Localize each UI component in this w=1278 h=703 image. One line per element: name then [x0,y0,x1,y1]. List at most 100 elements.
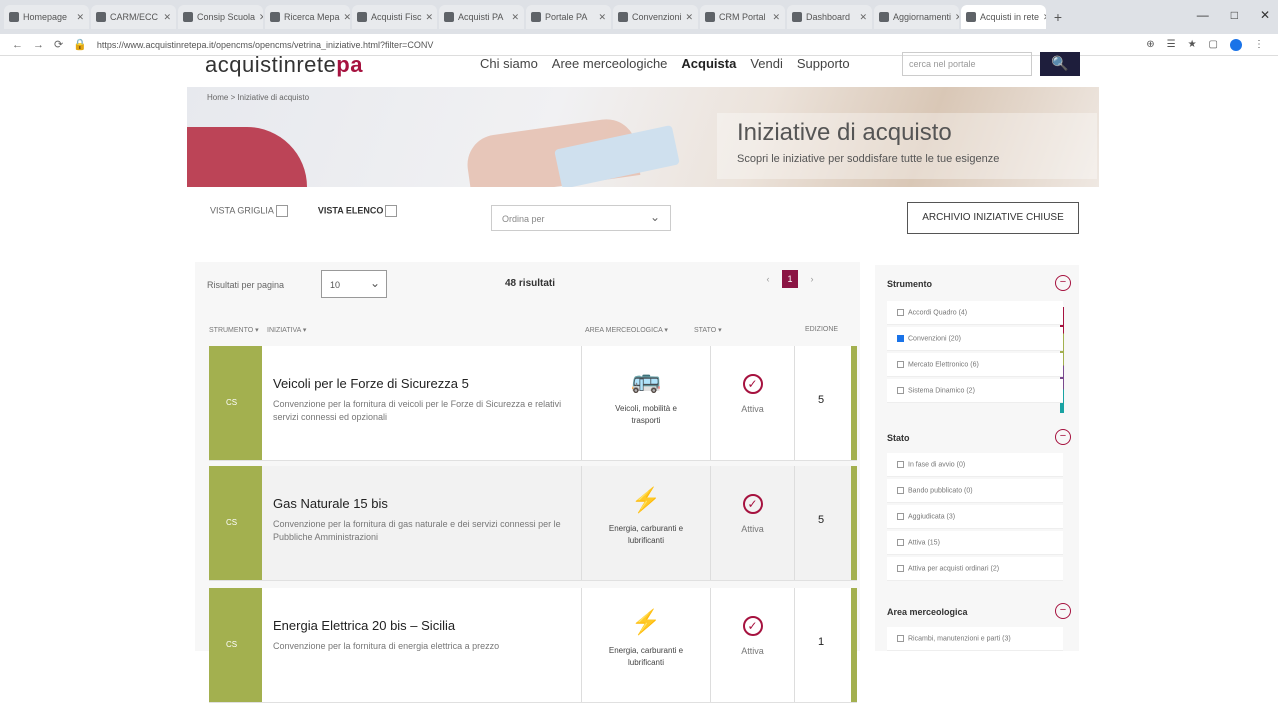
tab-favicon-icon [705,12,715,22]
filter-option[interactable]: Accordi Quadro (4) [887,301,1063,325]
next-page-button[interactable]: › [804,270,820,288]
star-icon[interactable]: ★ [1188,39,1197,51]
nav-acquista[interactable]: Acquista [681,56,736,71]
prev-page-button[interactable]: ‹ [760,270,776,288]
page-title: Iniziative di acquisto [737,119,952,146]
browser-tab[interactable]: Ricerca Mepa ✕ [265,5,350,29]
column-header-iniziativa[interactable]: INIZIATIVA ▾ [267,326,306,334]
page-button-current[interactable]: 1 [782,270,798,288]
search-button[interactable]: 🔍 [1040,52,1080,76]
filter-option[interactable]: Attiva per acquisti ordinari (2) [887,557,1063,581]
check-circle-icon: ✓ [742,616,763,636]
table-row[interactable]: CS Veicoli per le Forze di Sicurezza 5 C… [209,346,857,461]
extension-icon[interactable]: ▢ [1209,39,1218,51]
filter-option[interactable]: In fase di avvio (0) [887,453,1063,477]
row-title[interactable]: Gas Naturale 15 bis [273,496,388,511]
close-window-button[interactable]: ✕ [1260,8,1270,22]
reload-icon[interactable]: ⟳ [54,38,63,51]
tab-title: Aggiornamenti [893,12,952,22]
close-icon[interactable]: ✕ [859,12,867,23]
site-logo[interactable]: acquistinretepa [205,52,363,78]
browser-tab-active[interactable]: Acquisti in rete✕ [961,5,1046,29]
search-input[interactable]: cerca nel portale [902,52,1032,76]
forward-arrow-icon[interactable]: → [33,39,44,51]
checkbox-checked[interactable] [897,335,904,342]
checkbox[interactable] [897,387,904,394]
browser-tab[interactable]: CRM Portal ✕ [700,5,785,29]
checkbox[interactable] [897,513,904,520]
checkbox[interactable] [897,539,904,546]
menu-icon[interactable]: ⋮ [1254,39,1264,51]
nav-aree-merceologiche[interactable]: Aree merceologiche [552,56,668,71]
sort-select[interactable]: Ordina per ⌄ [491,205,671,231]
browser-tab[interactable]: Convenzioni ✕ [613,5,698,29]
close-icon[interactable]: ✕ [344,12,350,23]
close-icon[interactable]: ✕ [772,12,780,23]
filter-option[interactable]: Aggiudicata (3) [887,505,1063,529]
per-page-select[interactable]: 10 ⌄ [321,270,387,298]
maximize-button[interactable]: □ [1231,8,1238,22]
close-icon[interactable]: ✕ [955,12,959,23]
per-page-label: Risultati per pagina [207,280,285,290]
close-icon[interactable]: ✕ [76,12,84,23]
filter-option[interactable]: Sistema Dinamico (2) [887,379,1063,403]
checkbox[interactable] [897,461,904,468]
minimize-button[interactable]: — [1197,8,1209,22]
filter-option[interactable]: Bando pubblicato (0) [887,479,1063,503]
browser-tab[interactable]: Acquisti PA ✕ [439,5,524,29]
row-title[interactable]: Energia Elettrica 20 bis – Sicilia [273,618,455,633]
close-icon[interactable]: ✕ [163,12,171,23]
checkbox[interactable] [897,487,904,494]
lock-icon[interactable]: 🔒 [73,38,87,51]
new-tab-button[interactable]: + [1048,9,1068,25]
column-headers: STRUMENTO ▾ INIZIATIVA ▾ AREA MERCEOLOGI… [209,326,849,340]
checkbox[interactable] [897,309,904,316]
archive-button[interactable]: ARCHIVIO INIZIATIVE CHIUSE [907,202,1079,234]
collapse-toggle-icon[interactable]: − [1055,429,1071,445]
row-color-bar [851,346,857,460]
collapse-toggle-icon[interactable]: − [1055,603,1071,619]
filter-option[interactable]: Mercato Elettronico (6) [887,353,1063,377]
nav-vendi[interactable]: Vendi [750,56,783,71]
breadcrumb[interactable]: Home > Iniziative di acquisto [207,93,309,102]
close-icon[interactable]: ✕ [259,12,263,23]
filter-option[interactable]: Convenzioni (20) [887,327,1063,351]
browser-tab[interactable]: Dashboard ✕ [787,5,872,29]
close-icon[interactable]: ✕ [686,12,694,23]
profile-avatar[interactable] [1230,38,1242,51]
url-field[interactable]: https://www.acquistinretepa.it/opencms/o… [97,40,1136,50]
table-row[interactable]: CS Gas Naturale 15 bis Convenzione per l… [209,466,857,581]
close-icon[interactable]: ✕ [426,12,434,23]
row-title[interactable]: Veicoli per le Forze di Sicurezza 5 [273,376,469,391]
nav-supporto[interactable]: Supporto [797,56,850,71]
collapse-toggle-icon[interactable]: − [1055,275,1071,291]
window-controls: — □ ✕ [1197,8,1270,22]
close-icon[interactable]: ✕ [511,12,519,23]
back-arrow-icon[interactable]: ← [12,39,23,51]
checkbox[interactable] [897,565,904,572]
tab-favicon-icon [531,12,541,22]
column-header-area[interactable]: AREA MERCEOLOGICA ▾ [585,326,668,334]
browser-tab[interactable]: Acquisti Fisc ✕ [352,5,437,29]
filter-option[interactable]: Ricambi, manutenzioni e parti (3) [887,627,1063,651]
extension-icon[interactable]: ⊕ [1146,39,1154,51]
browser-tab[interactable]: Portale PA ✕ [526,5,611,29]
filter-option[interactable]: Attiva (15) [887,531,1063,555]
column-header-stato[interactable]: STATO ▾ [694,326,722,334]
close-icon[interactable]: ✕ [598,12,606,23]
browser-tab[interactable]: Homepage ✕ [4,5,89,29]
nav-chi-siamo[interactable]: Chi siamo [480,56,538,71]
view-grid-button[interactable]: VISTA GRIGLIA [210,205,288,217]
tab-title: Acquisti in rete [980,12,1040,22]
checkbox[interactable] [897,361,904,368]
filter-option-label: Accordi Quadro (4) [908,309,968,317]
close-icon[interactable]: ✕ [1043,12,1046,23]
browser-tab[interactable]: CARM/ECC ✕ [91,5,176,29]
column-header-strumento[interactable]: STRUMENTO ▾ [209,326,259,334]
extension-icon[interactable]: ☰ [1167,39,1176,51]
checkbox[interactable] [897,635,904,642]
table-row[interactable]: CS Energia Elettrica 20 bis – Sicilia Co… [209,588,857,703]
browser-tab[interactable]: Aggiornamenti ✕ [874,5,959,29]
browser-tab[interactable]: Consip Scuola ✕ [178,5,263,29]
view-list-button[interactable]: VISTA ELENCO [318,205,398,217]
